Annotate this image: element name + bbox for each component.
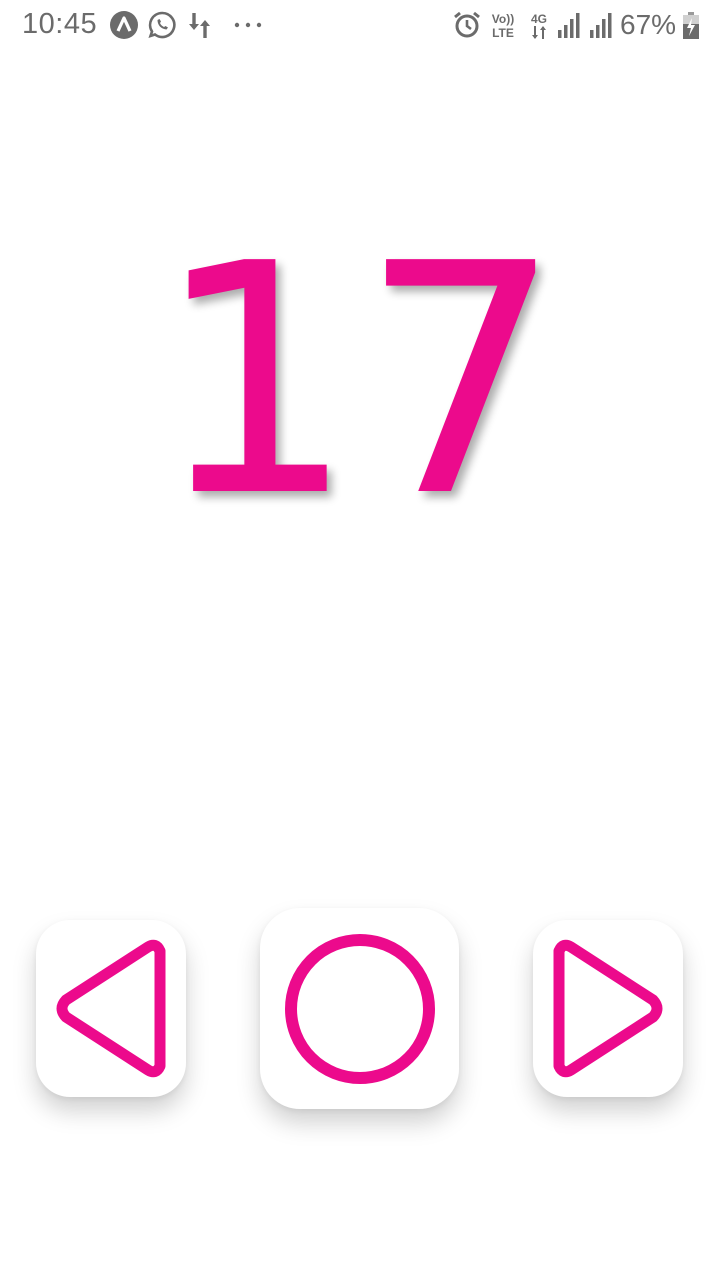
previous-button[interactable] — [36, 920, 186, 1097]
network-label: 4G — [531, 12, 547, 26]
alarm-icon — [454, 11, 480, 38]
center-button[interactable] — [260, 908, 459, 1109]
volte-bottom-label: LTE — [492, 26, 514, 40]
more-dots-icon — [234, 22, 262, 28]
battery-percent: 67% — [620, 9, 677, 40]
circle-icon — [285, 934, 435, 1084]
counter-value: 17 — [153, 196, 567, 566]
volte-top-label: Vo)) — [492, 12, 514, 26]
battery-charging-icon — [683, 12, 699, 39]
data-transfer-icon — [189, 13, 210, 38]
volte-icon: Vo)) LTE — [492, 12, 514, 40]
triangle-left-icon — [56, 939, 166, 1078]
4g-icon: 4G — [531, 12, 547, 39]
signal-icon — [558, 13, 580, 38]
whatsapp-icon — [148, 11, 176, 39]
status-bar: 10:45 Vo)) LTE 4G 67% — [0, 0, 720, 52]
signal-icon — [590, 13, 612, 38]
next-button[interactable] — [533, 920, 683, 1097]
status-time: 10:45 — [22, 8, 98, 40]
triangle-right-icon — [553, 939, 663, 1078]
app-notification-icon — [110, 11, 138, 39]
